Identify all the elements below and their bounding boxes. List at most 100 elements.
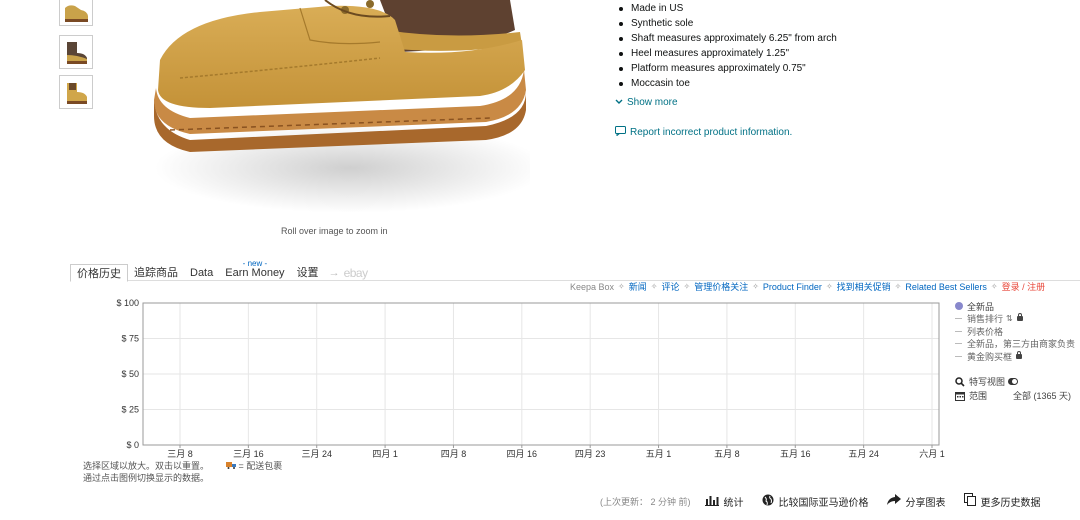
feature-bullet: Made in US — [617, 1, 837, 16]
tab-earn-money[interactable]: - new - Earn Money — [219, 259, 290, 282]
chart-note: 选择区域以放大。双击以重置。 = 配送包裹 通过点击图例切换显示的数据。 — [83, 460, 282, 484]
thumbnail-2[interactable] — [59, 35, 93, 69]
login-register-link[interactable]: 登录 / 注册 — [1002, 280, 1046, 293]
feature-bullet: Heel measures approximately 1.25" — [617, 46, 837, 61]
bar-chart-icon — [704, 494, 719, 509]
stats-button[interactable]: 统计 — [704, 494, 744, 509]
share-label: 分享图表 — [905, 497, 946, 509]
legend-item-new[interactable]: 全新品 — [955, 300, 1080, 313]
legend-item-sales-rank[interactable]: 销售排行 ⇅ — [955, 313, 1080, 326]
share-arrow-icon — [886, 493, 901, 509]
manage-price-watch-link[interactable]: 管理价格关注 — [694, 280, 748, 293]
report-incorrect-info-link[interactable]: Report incorrect product information. — [615, 126, 792, 139]
x-tick-label: 五月 1 — [646, 449, 672, 459]
diamond-separator-icon: ✧ — [618, 282, 625, 291]
legend-dash — [955, 318, 962, 320]
keepa-box-link[interactable]: Keepa Box — [570, 282, 614, 292]
related-deals-link[interactable]: 找到相关促销 — [837, 280, 891, 293]
tab-data[interactable]: Data — [184, 264, 219, 282]
diamond-separator-icon: ✧ — [683, 282, 691, 291]
last-updated: (上次更新： 2 分钟 前) — [600, 496, 691, 507]
legend-dash — [955, 343, 962, 345]
thumbnail-1[interactable] — [59, 0, 93, 26]
legend-dash — [955, 355, 962, 357]
stats-label: 统计 — [723, 497, 744, 509]
legend-item-new-3p[interactable]: 全新品，第三方由商家负责 — [955, 338, 1080, 351]
report-label: Report incorrect product information. — [630, 127, 793, 138]
more-history-button[interactable]: 更多历史数据 — [963, 493, 1041, 509]
y-tick-label: $ 25 — [121, 405, 139, 415]
tab-settings[interactable]: 设置 — [291, 264, 325, 282]
tab-price-history[interactable]: 价格历史 — [70, 264, 128, 282]
x-tick-label: 三月 16 — [233, 449, 264, 459]
toggle-icon[interactable] — [1008, 378, 1019, 385]
legend-new-3p-label: 全新品，第三方由商家负责 — [967, 339, 1076, 350]
chart-svg: $ 0 $ 25 $ 50 $ 75 $ 100 三月 8 三月 16 三月 24 四月 1 四月… — [116, 298, 945, 459]
legend-sales-rank-label: 销售排行 — [967, 314, 1004, 325]
legend-new-label: 全新品 — [967, 301, 995, 312]
globe-icon — [762, 494, 774, 509]
compare-label: 比较国际亚马逊价格 — [778, 497, 869, 509]
comments-link[interactable]: 评论 — [661, 280, 679, 293]
legend-list-price-label: 列表价格 — [967, 326, 1004, 337]
diamond-separator-icon: ✧ — [990, 282, 998, 291]
diamond-separator-icon: ✧ — [894, 282, 902, 291]
y-tick-label: $ 50 — [121, 369, 139, 379]
chevron-down-icon — [615, 97, 623, 108]
x-tick-label: 六月 1 — [919, 448, 945, 459]
range-selector[interactable]: 范围 全部 (1365 天) — [955, 389, 1080, 403]
product-feature-list: Made in US Synthetic sole Shaft measures… — [617, 1, 837, 91]
tab-track-product[interactable]: 追踪商品 — [128, 264, 184, 282]
feature-bullet: Moccasin toe — [617, 76, 837, 91]
x-tick-label: 四月 16 — [507, 449, 538, 459]
y-tick-label: $ 100 — [116, 298, 139, 308]
thumbnail-strip — [59, 0, 93, 115]
related-best-sellers-link[interactable]: Related Best Sellers — [905, 282, 987, 292]
legend-dash — [955, 330, 962, 332]
truck-icon — [225, 460, 237, 472]
diamond-separator-icon: ✧ — [825, 282, 833, 291]
diamond-separator-icon: ✧ — [650, 282, 658, 291]
x-tick-label: 四月 23 — [575, 449, 606, 459]
chart-footer: (上次更新： 2 分钟 前) 统计 比较国际亚马逊价格 分享图表 更多历史数据 — [600, 493, 1041, 509]
speech-bubble-icon — [615, 126, 626, 139]
y-tick-label: $ 75 — [121, 334, 139, 344]
feature-bullet: Platform measures approximately 0.75" — [617, 61, 837, 76]
ebay-logo[interactable]: ebay — [344, 264, 369, 282]
show-more-link[interactable]: Show more — [615, 97, 678, 108]
share-chart-button[interactable]: 分享图表 — [886, 493, 946, 509]
x-tick-label: 三月 8 — [167, 449, 193, 459]
sort-icon: ⇅ — [1006, 314, 1013, 324]
close-view-toggle[interactable]: 特写视图 — [955, 375, 1080, 389]
price-history-chart[interactable]: $ 0 $ 25 $ 50 $ 75 $ 100 三月 8 三月 16 三月 24 四月 1 四月… — [100, 296, 950, 466]
arrow-right-icon: → — [328, 267, 340, 279]
legend-dot — [955, 302, 963, 311]
zoom-hint: Roll over image to zoom in — [281, 226, 388, 236]
product-finder-link[interactable]: Product Finder — [763, 282, 822, 292]
lock-icon — [1016, 350, 1023, 359]
news-link[interactable]: 新闻 — [629, 280, 647, 293]
y-tick-label: $ 0 — [126, 440, 139, 450]
shipping-note: = 配送包裹 — [225, 460, 282, 472]
note-line-2: 通过点击图例切换显示的数据。 — [83, 473, 210, 483]
range-label: 范围 — [969, 391, 988, 401]
copy-icon — [963, 493, 976, 509]
note-line-1: 选择区域以放大。双击以重置。 — [83, 461, 210, 471]
feature-bullet: Shaft measures approximately 6.25" from … — [617, 31, 837, 46]
feature-bullet: Synthetic sole — [617, 16, 837, 31]
x-tick-label: 四月 1 — [372, 449, 398, 459]
close-view-label: 特写视图 — [969, 377, 1006, 387]
keepa-tab-bar: 价格历史 追踪商品 Data - new - Earn Money 设置 → e… — [70, 259, 369, 282]
compare-international-button[interactable]: 比较国际亚马逊价格 — [762, 494, 869, 509]
calendar-icon — [955, 391, 965, 401]
range-value[interactable]: 全部 (1365 天) — [1013, 389, 1071, 402]
product-main-image[interactable] — [150, 0, 545, 220]
new-tag: - new - — [242, 259, 268, 268]
legend-item-buy-box[interactable]: 黄金购买框 — [955, 350, 1080, 363]
x-tick-label: 五月 8 — [714, 449, 740, 459]
legend-item-list-price[interactable]: 列表价格 — [955, 325, 1080, 338]
magnifier-icon — [955, 376, 965, 387]
keepa-link-bar: Keepa Box ✧ 新闻 ✧ 评论 ✧ 管理价格关注 ✧ Product F… — [570, 280, 1045, 293]
thumbnail-3[interactable] — [59, 75, 93, 109]
x-tick-label: 五月 24 — [848, 449, 879, 459]
